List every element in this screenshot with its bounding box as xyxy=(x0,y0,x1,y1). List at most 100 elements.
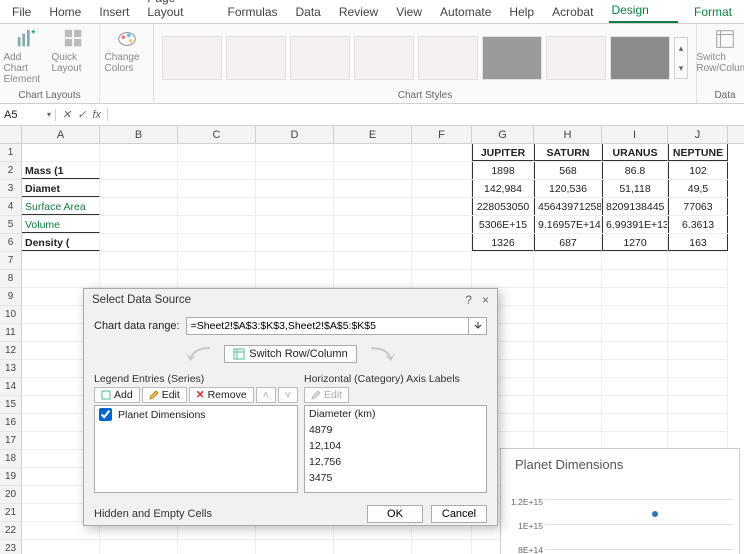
cell[interactable] xyxy=(534,306,602,323)
tab-view[interactable]: View xyxy=(394,3,424,23)
cell[interactable] xyxy=(22,270,100,287)
cell[interactable]: 163 xyxy=(668,234,728,251)
cell[interactable] xyxy=(334,234,412,251)
row-header[interactable]: 14 xyxy=(0,378,21,396)
cell[interactable]: Volume xyxy=(22,216,100,233)
cell[interactable] xyxy=(472,270,534,287)
cell[interactable] xyxy=(100,270,178,287)
cell[interactable] xyxy=(100,198,178,215)
edit-categories-button[interactable]: Edit xyxy=(304,387,349,403)
cell[interactable] xyxy=(256,180,334,197)
cell[interactable] xyxy=(256,198,334,215)
cell[interactable] xyxy=(412,216,472,233)
cell[interactable]: 228053050 xyxy=(472,198,534,215)
row-header[interactable]: 6 xyxy=(0,234,21,252)
cell[interactable]: 51,118 xyxy=(602,180,668,197)
row-header[interactable]: 5 xyxy=(0,216,21,234)
cell[interactable] xyxy=(534,396,602,413)
cell[interactable] xyxy=(256,270,334,287)
enter-formula-icon[interactable]: ✓ xyxy=(77,108,86,121)
cell[interactable] xyxy=(100,216,178,233)
cell[interactable] xyxy=(100,162,178,179)
row-header[interactable]: 1 xyxy=(0,144,21,162)
cell[interactable]: 8209138445 xyxy=(602,198,668,215)
cell[interactable] xyxy=(256,162,334,179)
cell[interactable]: 77063 xyxy=(668,198,728,215)
row-header[interactable]: 15 xyxy=(0,396,21,414)
cell[interactable] xyxy=(602,378,668,395)
gallery-more[interactable]: ▴▾ xyxy=(674,37,688,79)
tab-review[interactable]: Review xyxy=(337,3,380,23)
cell[interactable] xyxy=(256,216,334,233)
row-header[interactable]: 10 xyxy=(0,306,21,324)
tab-data[interactable]: Data xyxy=(294,3,323,23)
col-header[interactable]: E xyxy=(334,126,412,143)
cell[interactable] xyxy=(602,252,668,269)
row-header[interactable]: 2 xyxy=(0,162,21,180)
series-checkbox[interactable] xyxy=(99,408,112,421)
tab-home[interactable]: Home xyxy=(47,3,83,23)
cell[interactable]: URANUS xyxy=(602,144,668,161)
quick-layout-button[interactable]: Quick Layout xyxy=(52,28,96,74)
cell[interactable] xyxy=(668,342,728,359)
cell[interactable] xyxy=(534,288,602,305)
col-header[interactable]: H xyxy=(534,126,602,143)
cell[interactable] xyxy=(602,432,668,449)
cell[interactable] xyxy=(178,198,256,215)
cell[interactable] xyxy=(602,414,668,431)
edit-series-button[interactable]: Edit xyxy=(142,387,187,403)
col-header[interactable]: F xyxy=(412,126,472,143)
cell[interactable] xyxy=(668,360,728,377)
cell[interactable] xyxy=(178,144,256,161)
cell[interactable] xyxy=(412,540,472,554)
cell[interactable] xyxy=(100,144,178,161)
list-item[interactable]: Diameter (km) xyxy=(305,406,486,422)
close-icon[interactable]: × xyxy=(482,293,489,307)
move-up-button[interactable]: ˄ xyxy=(256,387,276,403)
cancel-formula-icon[interactable]: ✕ xyxy=(62,108,71,121)
cell[interactable] xyxy=(22,144,100,161)
cell[interactable] xyxy=(334,252,412,269)
style-swatch[interactable] xyxy=(162,36,222,80)
cell[interactable]: 45643971258 xyxy=(534,198,602,215)
cell[interactable]: 1898 xyxy=(472,162,534,179)
style-swatch[interactable] xyxy=(226,36,286,80)
cell[interactable] xyxy=(668,306,728,323)
add-series-button[interactable]: Add xyxy=(94,387,140,403)
cell[interactable]: JUPITER xyxy=(472,144,534,161)
row-header[interactable]: 18 xyxy=(0,450,21,468)
row-header[interactable]: 12 xyxy=(0,342,21,360)
move-down-button[interactable]: ˅ xyxy=(278,387,298,403)
cell[interactable]: 568 xyxy=(534,162,602,179)
cell[interactable] xyxy=(534,252,602,269)
cell[interactable] xyxy=(602,288,668,305)
row-header[interactable]: 9 xyxy=(0,288,21,306)
switch-row-column-button[interactable]: Switch Row/Column xyxy=(224,345,356,363)
cell[interactable] xyxy=(334,144,412,161)
cell[interactable] xyxy=(668,378,728,395)
tab-chart-design[interactable]: Chart Design xyxy=(609,0,678,23)
cell[interactable] xyxy=(602,324,668,341)
cell[interactable]: Surface Area xyxy=(22,198,100,215)
row-header[interactable]: 4 xyxy=(0,198,21,216)
chart-styles-gallery[interactable]: ▴▾ xyxy=(160,28,690,88)
cell[interactable] xyxy=(334,180,412,197)
cell[interactable] xyxy=(534,342,602,359)
cell[interactable] xyxy=(534,378,602,395)
chart-data-range-input[interactable] xyxy=(186,317,469,335)
cell[interactable] xyxy=(334,216,412,233)
cell[interactable]: Density ( xyxy=(22,234,100,251)
tab-file[interactable]: File xyxy=(10,3,33,23)
range-picker-icon[interactable] xyxy=(469,317,487,335)
cell[interactable]: 1270 xyxy=(602,234,668,251)
cell[interactable] xyxy=(534,270,602,287)
list-item[interactable]: 3475 xyxy=(305,470,486,486)
tab-acrobat[interactable]: Acrobat xyxy=(550,3,595,23)
add-chart-element-button[interactable]: Add Chart Element xyxy=(4,28,48,85)
cell[interactable] xyxy=(534,324,602,341)
cell[interactable] xyxy=(412,144,472,161)
col-header[interactable]: J xyxy=(668,126,728,143)
cell[interactable] xyxy=(412,162,472,179)
cell[interactable] xyxy=(256,234,334,251)
list-item[interactable]: 12,756 xyxy=(305,454,486,470)
